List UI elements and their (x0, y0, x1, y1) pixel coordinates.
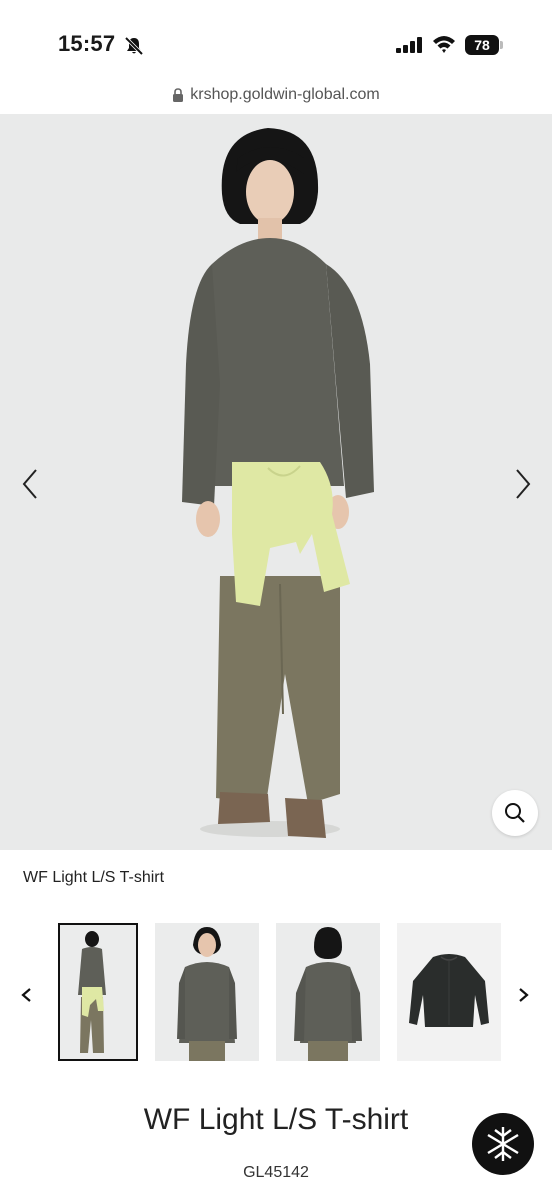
image-caption: WF Light L/S T-shirt (23, 869, 165, 886)
chevron-right-icon[interactable] (507, 464, 537, 504)
chevron-left-icon[interactable] (16, 464, 46, 504)
address-bar[interactable]: krshop.goldwin-global.com (0, 86, 552, 114)
battery-level: 78 (465, 35, 499, 55)
thumbnail-model-front[interactable] (155, 923, 259, 1061)
lock-icon (173, 88, 184, 102)
goldwin-logo-icon (487, 1127, 519, 1161)
status-time: 15:57 (58, 31, 116, 56)
zoom-button[interactable] (492, 790, 538, 836)
product-hero-image[interactable] (0, 114, 552, 850)
thumbnail-model-full[interactable] (58, 923, 138, 1061)
bell-slash-icon (124, 36, 144, 56)
thumbnail-flatlay[interactable] (397, 923, 501, 1061)
product-code: GL45142 (243, 1164, 309, 1181)
magnifier-icon (505, 803, 525, 823)
battery-icon: 78 (465, 35, 503, 55)
model-photo (182, 128, 374, 838)
product-title: WF Light L/S T-shirt (143, 1103, 409, 1136)
url-text: krshop.goldwin-global.com (190, 86, 380, 103)
thumbnail-prev-icon[interactable] (14, 980, 38, 1010)
signal-icon (396, 37, 422, 53)
thumbnail-next-icon[interactable] (512, 980, 536, 1010)
thumbnail-model-back[interactable] (276, 923, 380, 1061)
status-bar: 15:57 78 (0, 0, 552, 86)
wifi-icon (433, 36, 455, 53)
brand-logo-button[interactable] (472, 1113, 534, 1175)
